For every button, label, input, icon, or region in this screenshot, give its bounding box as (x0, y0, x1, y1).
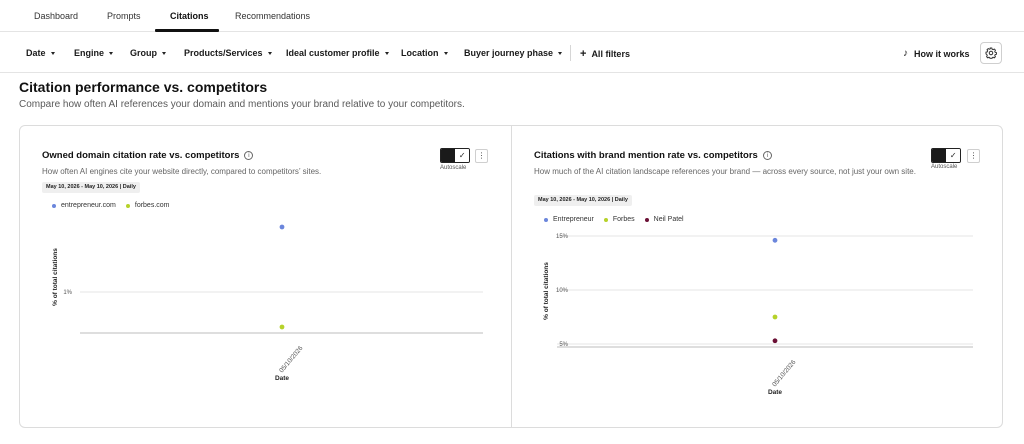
filter-location[interactable]: Location (401, 48, 448, 58)
gear-icon (985, 47, 997, 59)
page-subtitle: Compare how often AI references your dom… (19, 99, 465, 110)
data-point (279, 224, 285, 230)
caret-down-icon (443, 51, 448, 55)
caret-down-icon (267, 51, 272, 55)
filter-ideal-customer-profile[interactable]: Ideal customer profile (286, 48, 389, 58)
filter-label: Date (26, 48, 46, 58)
caret-down-icon (384, 51, 389, 55)
caret-down-icon (558, 51, 563, 55)
chart-panels: Owned domain citation rate vs. competito… (19, 125, 1003, 428)
filter-label: Location (401, 48, 439, 58)
filter-engine[interactable]: Engine (74, 48, 114, 58)
all-filters-button[interactable]: + All filters (580, 48, 630, 60)
data-point (279, 324, 285, 330)
tab-prompts[interactable]: Prompts (107, 11, 141, 21)
caret-down-icon (50, 51, 55, 55)
filter-products-services[interactable]: Products/Services (184, 48, 272, 58)
tab-recommendations[interactable]: Recommendations (235, 11, 310, 21)
caret-down-icon (109, 51, 114, 55)
filter-divider (570, 45, 571, 61)
y-tick-label: 15% (556, 234, 569, 240)
active-tab-indicator (155, 29, 219, 32)
settings-button[interactable] (980, 42, 1002, 64)
x-axis-title: Date (275, 375, 289, 382)
filter-buyer-journey-phase[interactable]: Buyer journey phase (464, 48, 563, 58)
filter-label: Engine (74, 48, 105, 58)
all-filters-label: All filters (591, 49, 630, 59)
tab-dashboard[interactable]: Dashboard (34, 11, 78, 21)
y-tick-label: 10% (556, 288, 569, 294)
plus-icon: + (580, 48, 587, 60)
music-note-icon: ♪ (903, 48, 908, 59)
x-tick-label: 05/10/2026 (278, 345, 305, 375)
charts-svg: 1%05/10/2026Date% of total citations15%1… (52, 224, 973, 396)
filter-date[interactable]: Date (26, 48, 55, 58)
tab-citations[interactable]: Citations (170, 11, 209, 21)
data-point (772, 314, 778, 320)
how-it-works-button[interactable]: ♪ How it works (903, 48, 970, 59)
filter-group[interactable]: Group (130, 48, 166, 58)
how-it-works-label: How it works (914, 48, 970, 59)
filter-label: Buyer journey phase (464, 48, 554, 58)
filter-label: Ideal customer profile (286, 48, 380, 58)
filter-bar: Date Engine Group Products/Services Idea… (0, 33, 1024, 73)
y-axis-title: % of total citations (52, 248, 59, 306)
page-title: Citation performance vs. competitors (19, 79, 268, 95)
top-tab-bar: Dashboard Prompts Citations Recommendati… (0, 0, 1024, 32)
caret-down-icon (162, 51, 166, 55)
data-point (772, 338, 778, 344)
y-tick-label: 1% (63, 290, 72, 296)
data-point (772, 237, 778, 243)
x-axis-title: Date (768, 389, 782, 396)
y-axis-title: % of total citations (543, 262, 550, 320)
filter-label: Products/Services (184, 48, 263, 58)
x-tick-label: 05/10/2026 (771, 359, 798, 389)
filter-label: Group (130, 48, 157, 58)
